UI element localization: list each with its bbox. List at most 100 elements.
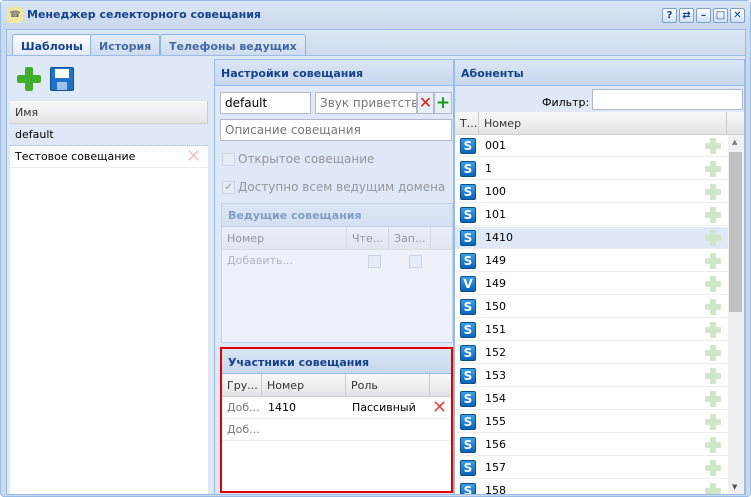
tab-history[interactable]: История bbox=[90, 34, 161, 56]
sip-type-icon: S bbox=[460, 483, 476, 494]
refresh-button[interactable]: ⇄ bbox=[679, 8, 694, 23]
description-input[interactable]: Описание совещания bbox=[220, 119, 452, 141]
sip-type-icon: S bbox=[460, 322, 476, 338]
add-subscriber-icon[interactable] bbox=[705, 161, 721, 177]
subscriber-row[interactable]: S 152 bbox=[455, 342, 728, 364]
help-button[interactable]: ? bbox=[662, 8, 677, 23]
subscribers-title: Абоненты bbox=[455, 60, 744, 86]
title-bar[interactable]: ☎ Менеджер селекторного совещания ? ⇄ – … bbox=[1, 1, 750, 29]
templates-grid: default Тестовое совещание ✕ bbox=[10, 124, 208, 494]
conference-manager-window: ☎ Менеджер селекторного совещания ? ⇄ – … bbox=[0, 0, 751, 497]
add-subscriber-icon[interactable] bbox=[705, 253, 721, 269]
add-subscriber-icon[interactable] bbox=[705, 368, 721, 384]
clear-sound-icon[interactable]: ✕ bbox=[417, 92, 434, 114]
subscriber-number: 001 bbox=[485, 139, 506, 152]
subscriber-number: 101 bbox=[485, 208, 506, 221]
open-conference-label: Открытое совещание bbox=[238, 152, 375, 166]
template-row[interactable]: default bbox=[10, 124, 208, 146]
subscriber-row[interactable]: S 153 bbox=[455, 365, 728, 387]
subscriber-row[interactable]: V 149 bbox=[455, 273, 728, 295]
subscriber-number: 154 bbox=[485, 392, 506, 405]
add-subscriber-icon[interactable] bbox=[705, 184, 721, 200]
subscriber-row[interactable]: S 155 bbox=[455, 411, 728, 433]
write-checkbox[interactable] bbox=[409, 255, 422, 268]
add-subscriber-icon[interactable] bbox=[705, 345, 721, 361]
subscriber-row[interactable]: S 156 bbox=[455, 434, 728, 456]
read-checkbox[interactable] bbox=[368, 255, 381, 268]
add-sound-icon[interactable]: + bbox=[434, 92, 452, 114]
delete-participant-icon[interactable]: ✕ bbox=[432, 399, 447, 417]
add-subscriber-icon[interactable] bbox=[705, 230, 721, 246]
subscribers-grid: S 001 S 1 S 100 S 101 S 1410 S 149 V 149… bbox=[455, 135, 728, 495]
sip-type-icon: S bbox=[460, 184, 476, 200]
scrollbar[interactable]: ▲ ▼ bbox=[728, 135, 744, 494]
add-template-icon[interactable] bbox=[17, 67, 41, 91]
subscriber-number: 156 bbox=[485, 438, 506, 451]
subscriber-row[interactable]: S 150 bbox=[455, 296, 728, 318]
sip-type-icon: S bbox=[460, 345, 476, 361]
subscriber-number: 158 bbox=[485, 484, 506, 495]
subscriber-row[interactable]: S 1 bbox=[455, 158, 728, 180]
greeting-sound-input[interactable]: Звук приветствия bbox=[315, 92, 417, 114]
subscriber-row[interactable]: S 149 bbox=[455, 250, 728, 272]
participant-row[interactable]: Доб... 1410 Пассивный ✕ bbox=[222, 397, 451, 419]
add-subscriber-icon[interactable] bbox=[705, 138, 721, 154]
subscriber-row[interactable]: S 100 bbox=[455, 181, 728, 203]
column-name[interactable]: Имя bbox=[10, 101, 208, 123]
add-subscriber-icon[interactable] bbox=[705, 460, 721, 476]
subscriber-number: 155 bbox=[485, 415, 506, 428]
filter-label: Фильтр: bbox=[542, 96, 590, 109]
add-subscriber-icon[interactable] bbox=[705, 299, 721, 315]
subscriber-number: 149 bbox=[485, 277, 506, 290]
subscriber-row[interactable]: S 101 bbox=[455, 204, 728, 226]
sip-type-icon: S bbox=[460, 414, 476, 430]
save-icon[interactable] bbox=[50, 67, 74, 91]
domain-access-checkbox[interactable]: ✓ bbox=[222, 181, 235, 194]
maximize-button[interactable]: □ bbox=[713, 8, 728, 23]
add-subscriber-icon[interactable] bbox=[705, 437, 721, 453]
delete-template-icon[interactable]: ✕ bbox=[186, 148, 201, 166]
subscriber-number: 149 bbox=[485, 254, 506, 267]
leaders-title: Ведущие совещания bbox=[222, 204, 452, 227]
leaders-grid: Добавить... bbox=[222, 250, 452, 342]
sip-type-icon: S bbox=[460, 391, 476, 407]
scrollbar-thumb[interactable] bbox=[729, 152, 742, 312]
close-button[interactable]: ✕ bbox=[730, 8, 745, 23]
scroll-up-icon[interactable]: ▲ bbox=[732, 138, 737, 146]
tab-body: Имя default Тестовое совещание ✕ Настрой… bbox=[6, 55, 746, 495]
add-leader-row[interactable]: Добавить... bbox=[227, 254, 293, 267]
participants-grid-header: Гру... Номер Роль bbox=[222, 374, 451, 397]
video-type-icon: V bbox=[460, 276, 476, 292]
add-subscriber-icon[interactable] bbox=[705, 391, 721, 407]
subscriber-number: 151 bbox=[485, 323, 506, 336]
template-row[interactable]: Тестовое совещание ✕ bbox=[10, 146, 208, 168]
participants-panel: Участники совещания Гру... Номер Роль До… bbox=[220, 347, 453, 493]
subscribers-panel: Абоненты Фильтр: Т... Номер S 001 S 1 S … bbox=[454, 59, 745, 495]
conference-name-input[interactable]: default bbox=[220, 92, 311, 114]
scroll-down-icon[interactable]: ▼ bbox=[732, 483, 737, 491]
open-conference-checkbox[interactable] bbox=[222, 153, 235, 166]
sip-type-icon: S bbox=[460, 253, 476, 269]
add-subscriber-icon[interactable] bbox=[705, 483, 721, 494]
subscriber-number: 1410 bbox=[485, 231, 513, 244]
participant-row[interactable]: Доб... bbox=[222, 419, 451, 441]
subscriber-row[interactable]: S 154 bbox=[455, 388, 728, 410]
subscriber-row[interactable]: S 157 bbox=[455, 457, 728, 479]
add-subscriber-icon[interactable] bbox=[705, 322, 721, 338]
add-subscriber-icon[interactable] bbox=[705, 276, 721, 292]
minimize-button[interactable]: – bbox=[696, 8, 711, 23]
subscriber-row[interactable]: S 1410 bbox=[455, 227, 728, 249]
sip-type-icon: S bbox=[460, 207, 476, 223]
settings-title: Настройки совещания bbox=[215, 60, 453, 86]
add-subscriber-icon[interactable] bbox=[705, 414, 721, 430]
filter-input[interactable] bbox=[592, 89, 743, 110]
window-title: Менеджер селекторного совещания bbox=[27, 8, 261, 21]
participants-title: Участники совещания bbox=[222, 349, 451, 374]
add-subscriber-icon[interactable] bbox=[705, 207, 721, 223]
tab-templates[interactable]: Шаблоны bbox=[12, 34, 92, 57]
subscriber-row[interactable]: S 151 bbox=[455, 319, 728, 341]
subscriber-row[interactable]: S 001 bbox=[455, 135, 728, 157]
tab-leader-phones[interactable]: Телефоны ведущих bbox=[160, 34, 306, 56]
subscriber-row[interactable]: S 158 bbox=[455, 480, 728, 495]
sip-type-icon: S bbox=[460, 460, 476, 476]
